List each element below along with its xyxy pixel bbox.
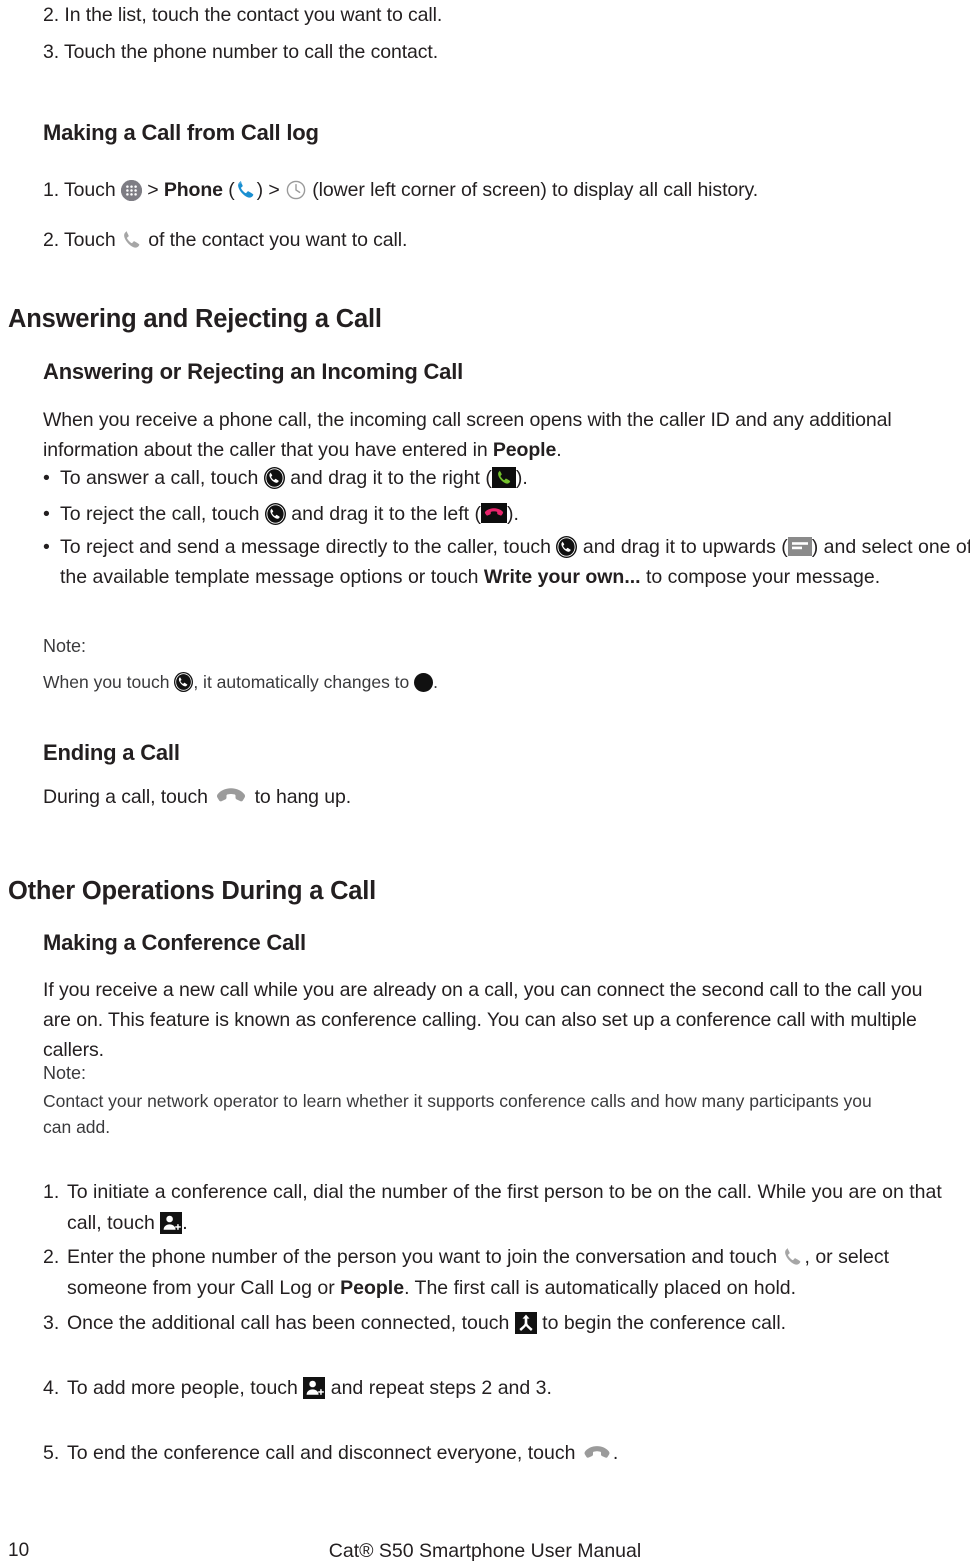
bullet-reject-message-text-d: to compose your message. — [640, 566, 881, 588]
step-list-item-2: 2. In the list, touch the contact you wa… — [43, 4, 443, 26]
conference-step-3-text-b: to begin the conference call. — [536, 1312, 787, 1334]
conference-step-2: 2. Enter the phone number of the person … — [43, 1242, 968, 1304]
note-text-conference: Contact your network operator to learn w… — [43, 1091, 872, 1137]
conference-step-3-text-a: Once the additional call has been connec… — [67, 1312, 515, 1334]
note-answering-text-b: , it automatically changes to — [193, 672, 415, 692]
hangup-handset-gray-icon — [213, 786, 249, 806]
bullet-reject-text-a: To reject the call, touch — [60, 503, 265, 525]
merge-calls-icon — [514, 1312, 537, 1334]
add-person-icon — [160, 1212, 183, 1234]
conference-step-5-number: 5. — [43, 1442, 60, 1464]
call-log-step-2-text-a: 2. Touch — [43, 229, 121, 251]
conference-step-4-text-b: and repeat steps 2 and 3. — [325, 1377, 552, 1399]
conference-step-1-number: 1. — [43, 1181, 60, 1203]
note-answering-text-c: . — [433, 672, 439, 692]
heading-making-a-conference-call: Making a Conference Call — [43, 930, 306, 955]
filled-black-circle-icon — [414, 673, 434, 692]
conference-step-3: 3. Once the additional call has been con… — [43, 1308, 958, 1339]
answer-call-circle-icon — [264, 503, 286, 525]
answer-call-green-icon — [491, 467, 516, 488]
footer-document-title: Cat® S50 Smartphone User Manual — [328, 1540, 642, 1562]
bullet-reject-with-message: To reject and send a message directly to… — [43, 532, 970, 592]
bullet-answer-text-b: and drag it to the right ( — [284, 467, 492, 489]
call-log-step-1-text-a: 1. Touch — [43, 179, 121, 201]
step-list-item-3: 3. Touch the phone number to call the co… — [43, 41, 439, 63]
message-reject-icon — [787, 537, 812, 556]
conference-step-5-text-a: To end the conference call and disconnec… — [67, 1442, 581, 1464]
answering-intro-text-b: . — [556, 439, 562, 461]
phone-handset-gray-icon — [782, 1246, 804, 1268]
call-log-step-1-paren-open: ( — [222, 179, 235, 201]
bullet-reject-message-text-a: To reject and send a message directly to… — [60, 536, 557, 558]
call-log-step-1: 1. Touch > Phone ( ) > (lower left corne… — [43, 175, 953, 205]
bullet-reject-text-b: and drag it to the left ( — [285, 503, 481, 525]
heading-answering-and-rejecting-a-call: Answering and Rejecting a Call — [8, 305, 382, 333]
reject-call-pink-icon — [480, 503, 507, 523]
conference-step-5: 5. To end the conference call and discon… — [43, 1438, 958, 1469]
phone-handset-gray-icon — [121, 229, 143, 251]
answer-call-circle-icon — [174, 672, 194, 692]
answering-intro-paragraph: When you receive a phone call, the incom… — [43, 405, 948, 465]
note-label-answering: Note: — [43, 636, 87, 656]
conference-step-4-number: 4. — [43, 1377, 60, 1399]
conference-step-2-text-c: . The first call is automatically placed… — [404, 1277, 797, 1299]
call-log-step-1-separator-2: ) > — [256, 179, 285, 201]
call-log-step-1-separator-1: > — [141, 179, 164, 201]
conference-step-1-text-b: . — [182, 1212, 188, 1234]
phone-app-label: Phone — [163, 179, 223, 201]
conference-step-5-text-b: . — [612, 1442, 619, 1464]
note-text-answering: When you touch , it automatically change… — [43, 669, 948, 695]
call-log-step-2: 2. Touch of the contact you want to call… — [43, 225, 953, 255]
bullet-reject-call: To reject the call, touch and drag it to… — [43, 499, 965, 529]
conference-step-1-text-a: To initiate a conference call, dial the … — [67, 1181, 942, 1234]
answer-call-circle-icon — [263, 467, 285, 489]
call-log-step-2-text-b: of the contact you want to call. — [142, 229, 408, 251]
heading-making-call-from-call-log: Making a Call from Call log — [43, 120, 319, 145]
conference-call-paragraph: If you receive a new call while you are … — [43, 979, 923, 1061]
bullet-answer-text-c: ). — [515, 467, 528, 489]
phone-handset-blue-icon — [235, 179, 257, 201]
people-app-label: People — [340, 1277, 405, 1299]
bullet-reject-text-c: ). — [506, 503, 519, 525]
heading-other-operations-during-a-call: Other Operations During a Call — [8, 877, 377, 905]
note-label-conference: Note: — [43, 1063, 87, 1083]
conference-step-4-text-a: To add more people, touch — [67, 1377, 304, 1399]
app-drawer-icon — [120, 180, 142, 201]
conference-step-1: 1. To initiate a conference call, dial t… — [43, 1177, 958, 1239]
ending-call-text-a: During a call, touch — [43, 786, 214, 808]
clock-icon — [285, 179, 307, 201]
answering-intro-text-a: When you receive a phone call, the incom… — [43, 409, 892, 461]
heading-answering-or-rejecting-incoming-call: Answering or Rejecting an Incoming Call — [43, 359, 464, 384]
heading-ending-a-call: Ending a Call — [43, 740, 180, 765]
people-app-label: People — [492, 439, 557, 461]
bullet-reject-message-text-b: and drag it to upwards ( — [577, 536, 788, 558]
call-log-step-1-text-b: (lower left corner of screen) to display… — [306, 179, 759, 201]
conference-step-4: 4. To add more people, touch and repeat … — [43, 1373, 958, 1404]
ending-a-call-text: During a call, touch to hang up. — [43, 782, 948, 812]
conference-step-3-number: 3. — [43, 1312, 60, 1334]
ending-call-text-b: to hang up. — [249, 786, 352, 808]
bullet-answer-text-a: To answer a call, touch — [60, 467, 264, 489]
conference-step-2-text-a: Enter the phone number of the person you… — [67, 1246, 783, 1268]
bullet-answer-call: To answer a call, touch and drag it to t… — [43, 463, 965, 493]
add-person-icon — [303, 1377, 326, 1399]
conference-step-2-number: 2. — [43, 1246, 60, 1268]
note-answering-text-a: When you touch — [43, 672, 175, 692]
answer-call-circle-icon — [556, 536, 578, 558]
hangup-handset-gray-icon — [581, 1444, 613, 1462]
write-your-own-label: Write your own... — [483, 566, 641, 588]
manual-page: 2. In the list, touch the contact you wa… — [0, 0, 970, 1568]
